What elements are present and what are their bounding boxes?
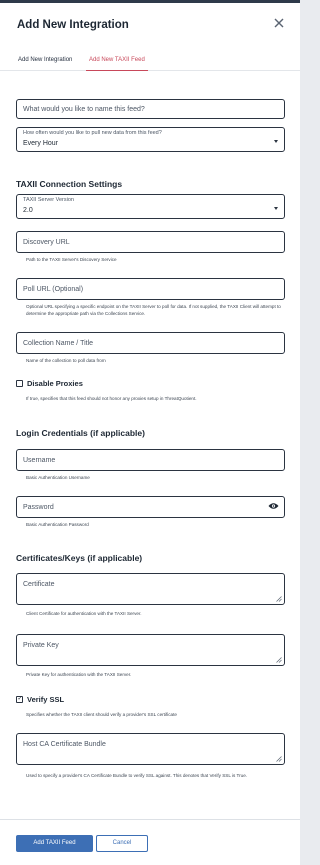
discovery-url-placeholder: Discovery URL: [23, 239, 70, 246]
password-placeholder: Password: [23, 504, 54, 511]
host-ca-bundle-helper: Used to specify a provider's CA Certific…: [26, 773, 248, 778]
poll-url-input[interactable]: Poll URL (Optional): [16, 278, 285, 300]
eye-icon[interactable]: [268, 502, 279, 510]
pull-frequency-select[interactable]: How often would you like to pull new dat…: [16, 127, 285, 152]
server-version-value: 2.0: [23, 207, 33, 214]
collection-name-placeholder: Collection Name / Title: [23, 340, 94, 347]
verify-ssl-helper: Specifies whether the TAXII client shoul…: [26, 712, 177, 717]
login-section-heading: Login Credentials (if applicable): [16, 428, 145, 438]
poll-url-helper: Optional URL specifying a specific endpo…: [26, 304, 281, 316]
form-body[interactable]: What would you like to name this feed? H…: [0, 73, 300, 819]
cancel-button[interactable]: Cancel: [96, 835, 148, 852]
resize-handle-icon[interactable]: [276, 756, 282, 762]
dialog-header: Add New Integration: [0, 3, 300, 51]
close-icon[interactable]: [272, 16, 286, 30]
pull-frequency-label: How often would you like to pull new dat…: [23, 129, 162, 136]
pull-frequency-value: Every Hour: [23, 140, 59, 147]
private-key-textarea[interactable]: Private Key: [16, 634, 285, 666]
collection-name-helper: Name of the collection to poll data from: [26, 358, 106, 363]
certs-section-heading: Certificates/Keys (if applicable): [16, 553, 143, 563]
checkbox-box[interactable]: ✓: [16, 696, 23, 703]
feed-name-placeholder: What would you like to name this feed?: [23, 106, 145, 113]
private-key-helper: Private Key for authentication with the …: [26, 672, 132, 677]
username-input[interactable]: Username: [16, 449, 285, 471]
dialog-title: Add New Integration: [17, 19, 129, 31]
resize-handle-icon[interactable]: [276, 657, 282, 663]
verify-ssl-label: Verify SSL: [27, 695, 65, 704]
tab-bar: Add New Integration Add New TAXII Feed: [0, 51, 300, 71]
caret-down-icon: [274, 139, 278, 143]
poll-url-placeholder: Poll URL (Optional): [23, 286, 84, 293]
host-ca-bundle-placeholder: Host CA Certificate Bundle: [23, 741, 106, 748]
taxii-section-heading: TAXII Connection Settings: [16, 179, 123, 189]
certificate-textarea[interactable]: Certificate: [16, 573, 285, 605]
checkbox-box[interactable]: [16, 380, 23, 387]
collection-name-input[interactable]: Collection Name / Title: [16, 332, 285, 354]
tab-add-new-taxii-feed[interactable]: Add New TAXII Feed: [86, 55, 148, 71]
password-input[interactable]: Password: [16, 496, 285, 518]
private-key-placeholder: Private Key: [23, 642, 59, 649]
add-integration-dialog: Add New Integration Add New Integration …: [0, 0, 300, 865]
caret-down-icon: [274, 206, 278, 210]
server-version-label: TAXII Server Version: [23, 196, 74, 203]
host-ca-bundle-textarea[interactable]: Host CA Certificate Bundle: [16, 733, 285, 765]
tab-add-new-integration[interactable]: Add New Integration: [16, 55, 74, 71]
disable-proxies-label: Disable Proxies: [27, 379, 83, 388]
dialog-footer: Add TAXII Feed Cancel: [0, 819, 300, 865]
server-version-select[interactable]: TAXII Server Version 2.0: [16, 194, 285, 219]
certificate-placeholder: Certificate: [23, 581, 55, 588]
certificate-helper: Client Certificate for authentication wi…: [26, 611, 142, 616]
discovery-url-input[interactable]: Discovery URL: [16, 231, 285, 253]
add-taxii-feed-button[interactable]: Add TAXII Feed: [16, 835, 93, 852]
resize-handle-icon[interactable]: [276, 596, 282, 602]
username-placeholder: Username: [23, 457, 56, 464]
check-icon: ✓: [17, 695, 23, 702]
username-helper: Basic Authentication Username: [26, 475, 90, 480]
password-helper: Basic Authentication Password: [26, 522, 89, 527]
discovery-url-helper: Path to the TAXII Server's Discovery Ser…: [26, 257, 117, 262]
feed-name-input[interactable]: What would you like to name this feed?: [16, 99, 285, 119]
disable-proxies-helper: If true, specifies that this feed should…: [26, 396, 197, 401]
